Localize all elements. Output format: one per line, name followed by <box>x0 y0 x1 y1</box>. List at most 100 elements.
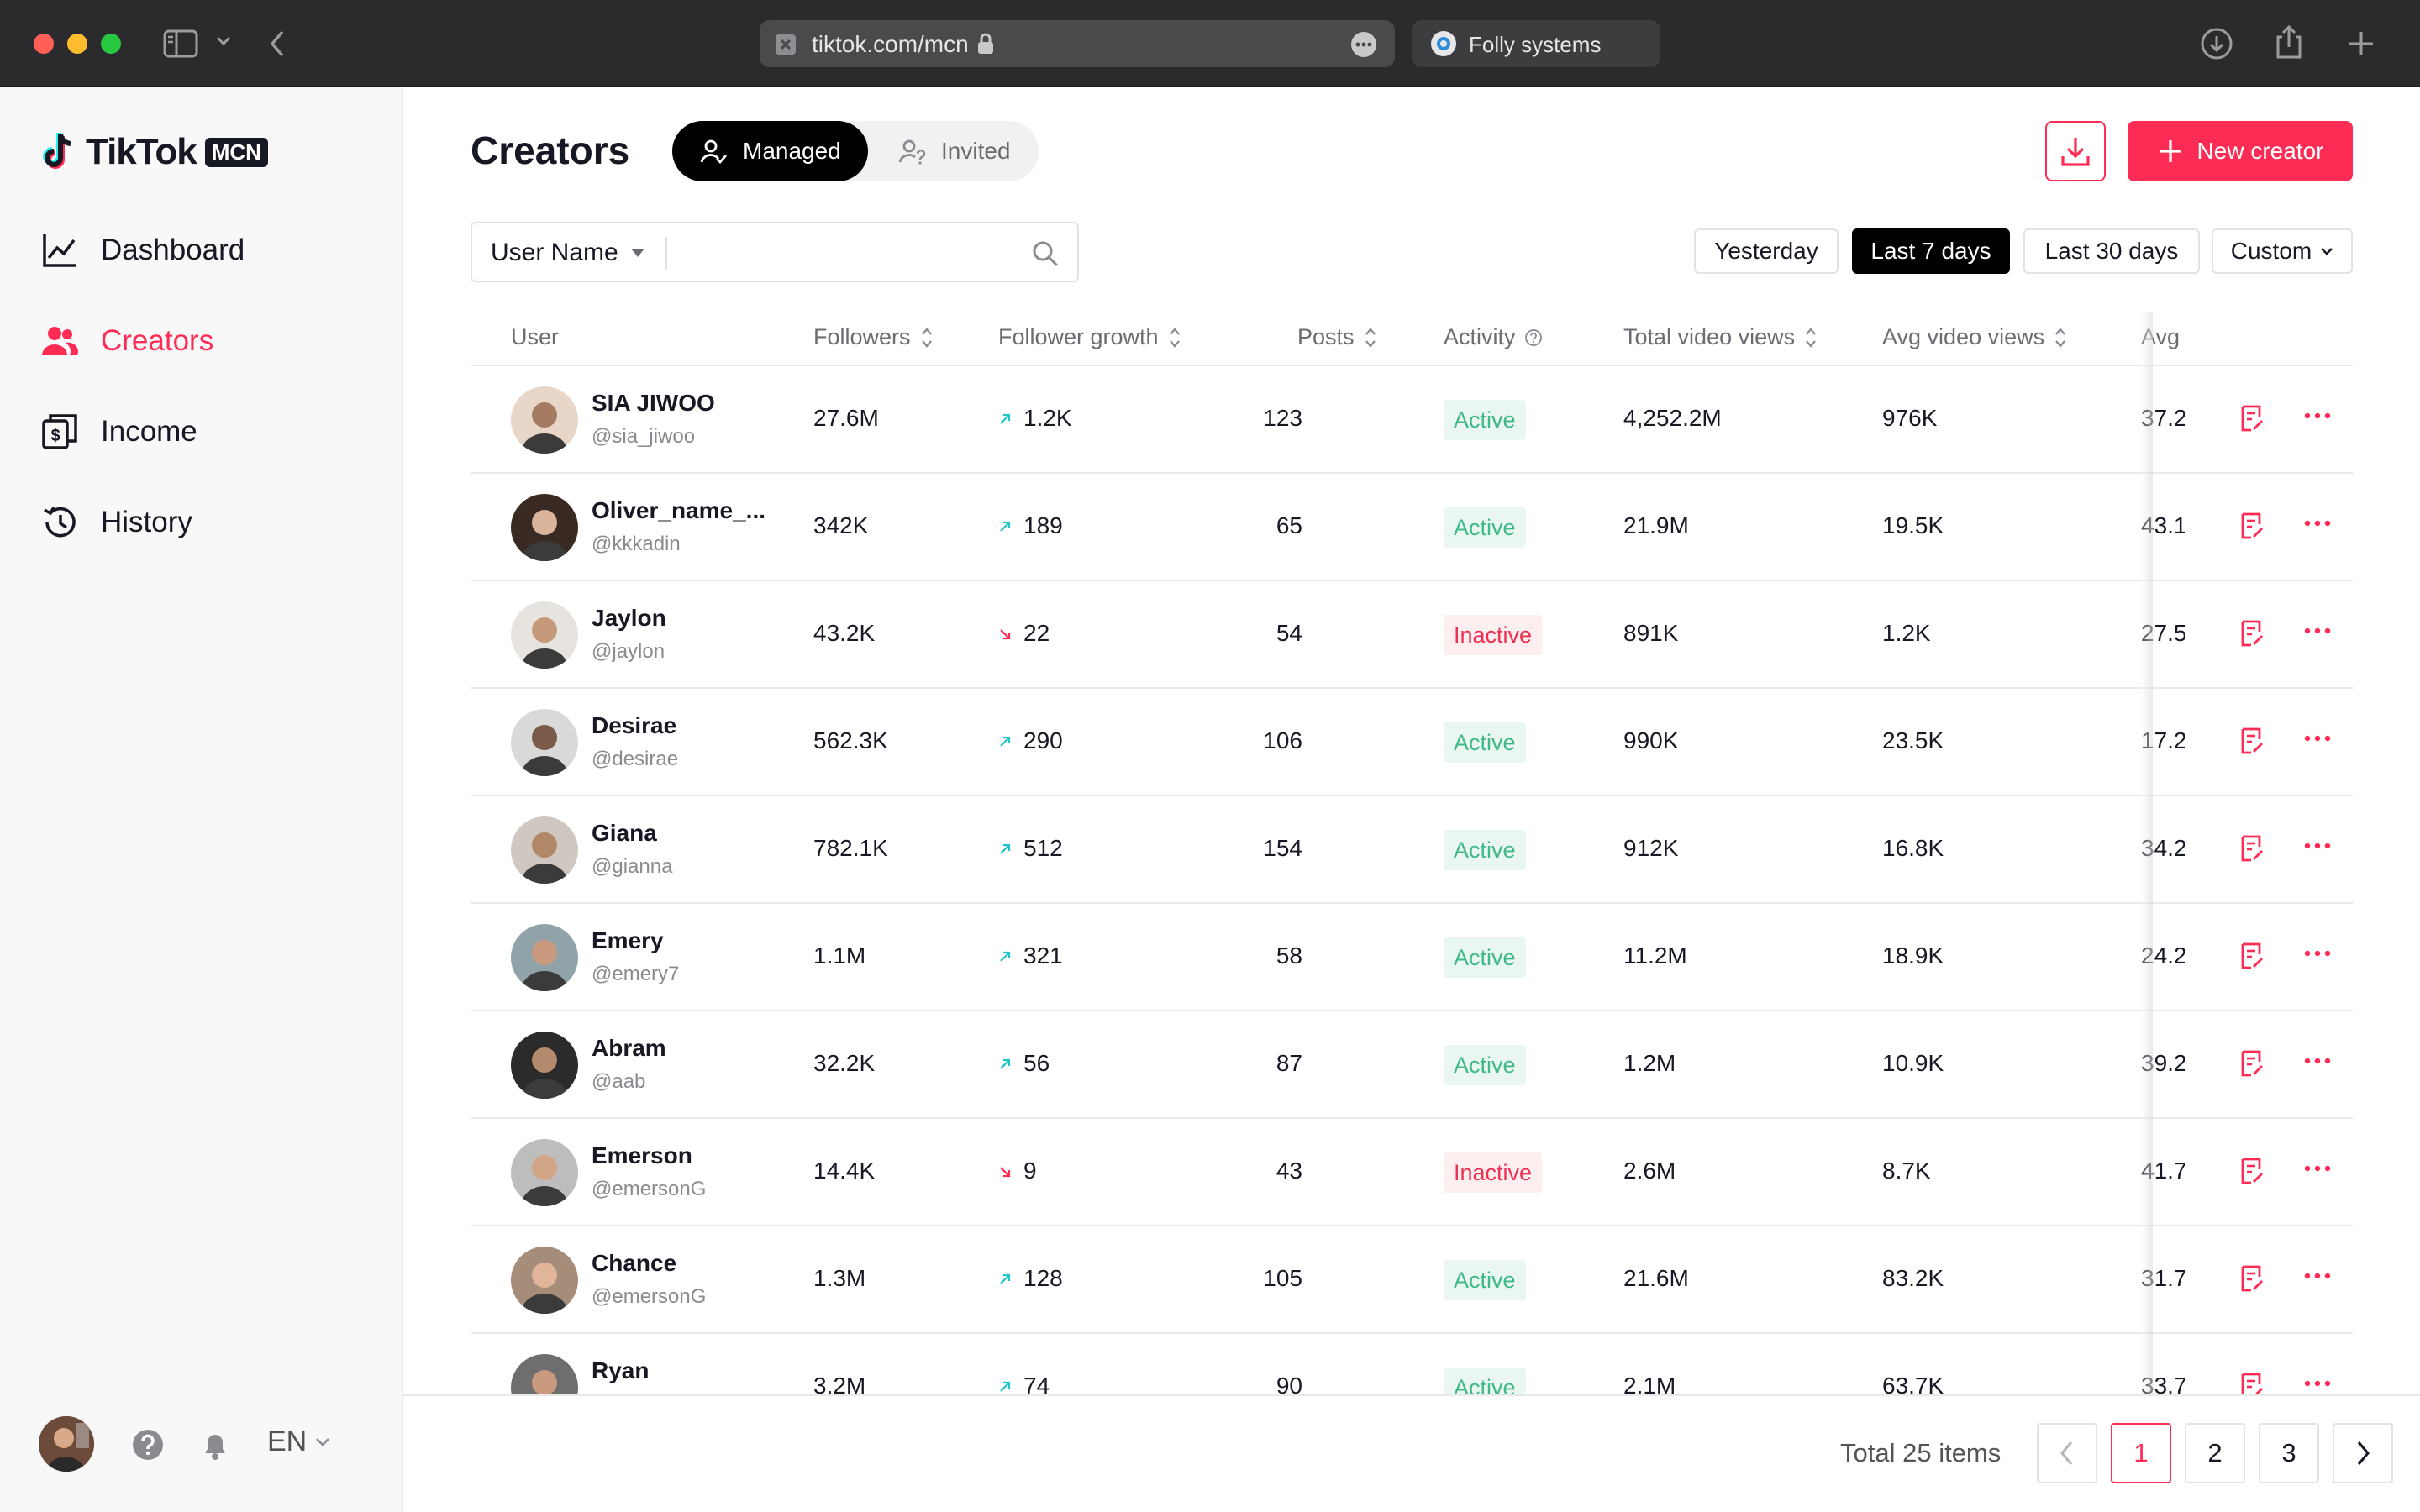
column-header-posts[interactable]: Posts <box>1297 324 1378 350</box>
avatar[interactable] <box>511 494 578 561</box>
page-1-button[interactable]: 1 <box>2111 1423 2171 1483</box>
avatar[interactable] <box>511 1139 578 1206</box>
more-actions-icon[interactable] <box>2302 840 2333 855</box>
avatar[interactable] <box>511 1354 578 1394</box>
table-row[interactable]: Emery @emery7 1.1M 321 58 Active 11.2M 18.9K 24.… <box>471 904 2353 1011</box>
table-row[interactable]: SIA JIWOO @sia_jiwoo 27.6M 1.2K 123 Active 4,2… <box>471 366 2353 474</box>
edit-note-icon[interactable] <box>2238 1263 2265 1298</box>
edit-note-icon[interactable] <box>2238 511 2265 545</box>
more-options-icon[interactable] <box>1349 30 1378 63</box>
more-actions-icon[interactable] <box>2302 625 2333 640</box>
table-row[interactable]: Emerson @emersonG 14.4K 9 43 Inactive 2.6M 8.7K… <box>471 1119 2353 1226</box>
more-actions-icon[interactable] <box>2302 1378 2333 1393</box>
next-page-button[interactable] <box>2333 1423 2393 1483</box>
range-yesterday-button[interactable]: Yesterday <box>1694 228 1839 274</box>
avatar[interactable] <box>511 386 578 454</box>
column-header-followers[interactable]: Followers <box>813 324 934 350</box>
chevron-down-icon[interactable] <box>215 35 232 51</box>
avatar[interactable] <box>511 1032 578 1099</box>
table-row[interactable]: Oliver_name_... @kkkadin 342K 189 65 Active 21… <box>471 474 2353 581</box>
avatar[interactable] <box>511 816 578 884</box>
column-header-total-video-views[interactable]: Total video views <box>1623 324 1818 350</box>
new-creator-button[interactable]: New creator <box>2128 121 2353 181</box>
creator-name[interactable]: Emerson <box>592 1142 692 1169</box>
user-avatar[interactable] <box>39 1416 94 1472</box>
range-custom-button[interactable]: Custom <box>2212 228 2353 274</box>
creator-name[interactable]: Chance <box>592 1250 676 1277</box>
more-actions-icon[interactable] <box>2302 1270 2333 1285</box>
sidebar-item-history[interactable]: History <box>40 497 192 548</box>
avatar[interactable] <box>511 709 578 776</box>
column-header-follower-growth[interactable]: Follower growth <box>998 324 1182 350</box>
trend-down-icon <box>998 620 1012 647</box>
avatar[interactable] <box>511 1247 578 1314</box>
share-icon[interactable] <box>2274 24 2304 65</box>
edit-note-icon[interactable] <box>2238 1371 2265 1394</box>
page-3-button[interactable]: 3 <box>2259 1423 2319 1483</box>
close-window-button[interactable] <box>34 34 54 54</box>
sort-icon <box>1365 327 1376 348</box>
sidebar-item-income[interactable]: $ Income <box>40 407 197 457</box>
maximize-window-button[interactable] <box>101 34 121 54</box>
table-header: User Followers Follower growth Posts Act… <box>471 312 2353 366</box>
search-field-select[interactable]: User Name <box>491 239 645 267</box>
help-icon[interactable] <box>131 1428 165 1466</box>
creator-name[interactable]: Emery <box>592 927 664 954</box>
minimize-window-button[interactable] <box>67 34 87 54</box>
tab-managed[interactable]: Managed <box>672 121 868 181</box>
prev-page-button[interactable] <box>2037 1423 2097 1483</box>
creator-name[interactable]: Ryan <box>592 1357 649 1384</box>
edit-note-icon[interactable] <box>2238 618 2265 653</box>
download-circle-icon[interactable] <box>2200 27 2233 65</box>
info-question-icon[interactable] <box>1524 328 1543 347</box>
table-row[interactable]: Desirae @desirae 562.3K 290 106 Active 990K 23.… <box>471 689 2353 796</box>
column-header-avg-video-views[interactable]: Avg video views <box>1882 324 2068 350</box>
edit-note-icon[interactable] <box>2238 1156 2265 1190</box>
more-actions-icon[interactable] <box>2302 517 2333 533</box>
edit-note-icon[interactable] <box>2238 726 2265 760</box>
more-actions-icon[interactable] <box>2302 1055 2333 1070</box>
address-bar[interactable]: tiktok.com/mcn <box>760 20 1395 67</box>
back-arrow-icon[interactable] <box>267 29 287 63</box>
language-selector[interactable]: EN <box>267 1425 330 1458</box>
more-actions-icon[interactable] <box>2302 410 2333 425</box>
edit-note-icon[interactable] <box>2238 833 2265 868</box>
table-row[interactable]: Chance @emersonG 1.3M 128 105 Active 21.6M 83.2… <box>471 1226 2353 1334</box>
search-icon[interactable] <box>1032 240 1059 271</box>
edit-note-icon[interactable] <box>2238 1048 2265 1083</box>
export-button[interactable] <box>2045 121 2106 181</box>
creator-name[interactable]: Giana <box>592 820 657 847</box>
table-row[interactable]: Ryan3.2M7490Active2.1M63.7K33.7% <box>471 1334 2353 1394</box>
edit-note-icon[interactable] <box>2238 941 2265 975</box>
avatar[interactable] <box>511 601 578 669</box>
sidebar-item-dashboard[interactable]: Dashboard <box>40 225 245 276</box>
creator-name[interactable]: Desirae <box>592 712 676 739</box>
sidebar-toggle-icon[interactable] <box>163 29 200 63</box>
creator-name[interactable]: Oliver_name_... <box>592 497 765 524</box>
creator-handle: @emersonG <box>592 1178 707 1200</box>
tiktok-mcn-logo[interactable]: TikTok MCN <box>40 131 268 173</box>
more-actions-icon[interactable] <box>2302 732 2333 748</box>
tab-invited[interactable]: Invited <box>871 121 1038 181</box>
range-last-30-days-button[interactable]: Last 30 days <box>2023 228 2200 274</box>
more-actions-icon[interactable] <box>2302 948 2333 963</box>
table-row[interactable]: Abram@aab32.2K5687Active1.2M10.9K39.2% <box>471 1011 2353 1119</box>
creator-name[interactable]: Abram <box>592 1035 666 1062</box>
avatar[interactable] <box>511 924 578 991</box>
creator-name[interactable]: Jaylon <box>592 605 666 632</box>
more-actions-icon[interactable] <box>2302 1163 2333 1178</box>
table-row[interactable]: Jaylon @jaylon 43.2K 22 54 Inactive 891K 1.2K 27… <box>471 581 2353 689</box>
search-field-label: User Name <box>491 239 618 266</box>
creator-name[interactable]: SIA JIWOO <box>592 390 715 417</box>
extension-tab[interactable]: Folly systems <box>1412 20 1660 67</box>
notification-bell-icon[interactable] <box>198 1428 232 1466</box>
range-last-7-days-button[interactable]: Last 7 days <box>1852 228 2010 274</box>
edit-note-icon[interactable] <box>2238 403 2265 438</box>
status-badge: Active <box>1444 722 1526 763</box>
sidebar-item-creators[interactable]: Creators <box>40 316 213 366</box>
status-badge: Active <box>1444 507 1526 548</box>
search-input[interactable] <box>679 230 1007 276</box>
page-2-button[interactable]: 2 <box>2185 1423 2245 1483</box>
table-row[interactable]: Giana @gianna 782.1K 512 154 Active 912K 16.8K 3… <box>471 796 2353 904</box>
new-tab-plus-icon[interactable] <box>2346 29 2376 63</box>
